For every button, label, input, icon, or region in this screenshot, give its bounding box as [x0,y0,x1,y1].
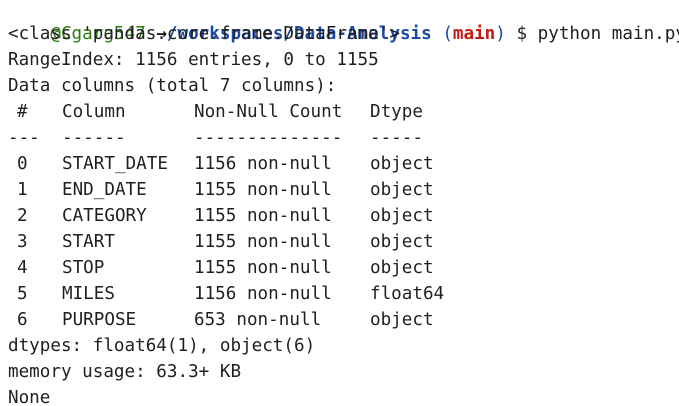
row-non-null: 653 non-null [194,310,322,330]
row-non-null: 1155 non-null [194,206,332,226]
header-non-null: Non-Null Count [194,102,343,122]
row-column: START [62,232,115,252]
command-text: python main.py [537,24,679,44]
row-index: 3 [17,232,28,252]
branch-open-paren: ( [442,24,453,44]
header-dtype: Dtype [370,102,423,122]
prompt-line: @Cgarg547 →/workspaces/Data-Analysis (ma… [8,0,679,44]
row-column: PURPOSE [62,310,137,330]
row-index: 5 [17,284,28,304]
data-columns-line: Data columns (total 7 columns): [8,76,337,96]
dtypes-line: dtypes: float64(1), object(6) [8,336,316,356]
row-non-null: 1155 non-null [194,232,332,252]
row-non-null: 1156 non-null [194,284,332,304]
branch-close-paren: ) [495,24,506,44]
row-dtype: object [370,180,434,200]
class-line: <class 'pandas.core.frame.DataFrame'> [8,24,400,44]
table-row: 1 END_DATE 1155 non-null object [8,177,668,203]
row-column: START_DATE [62,154,168,174]
row-column: CATEGORY [62,206,147,226]
table-row: 6 PURPOSE 653 non-null object [8,307,668,333]
table-header-row: # Column Non-Null Count Dtype [8,99,668,125]
separator-column: ------ [62,128,126,148]
row-index: 4 [17,258,28,278]
row-index: 0 [17,154,28,174]
row-non-null: 1155 non-null [194,258,332,278]
separator-index: --- [8,128,40,148]
row-column: STOP [62,258,105,278]
table-row: 3 START 1155 non-null object [8,229,668,255]
table-row: 0 START_DATE 1156 non-null object [8,151,668,177]
table-row: 2 CATEGORY 1155 non-null object [8,203,668,229]
row-index: 2 [17,206,28,226]
git-branch: main [452,24,496,44]
row-dtype: object [370,154,434,174]
row-column: END_DATE [62,180,147,200]
row-dtype: float64 [370,284,445,304]
table-row: 4 STOP 1155 non-null object [8,255,668,281]
prompt-dollar: $ [516,24,528,44]
row-index: 6 [17,310,28,330]
separator-non-null: -------------- [194,128,343,148]
row-non-null: 1156 non-null [194,154,332,174]
header-index: # [17,102,28,122]
row-column: MILES [62,284,115,304]
header-column: Column [62,102,126,122]
row-dtype: object [370,232,434,252]
range-index-line: RangeIndex: 1156 entries, 0 to 1155 [8,50,379,70]
row-non-null: 1155 non-null [194,180,332,200]
table-separator-row: --- ------ -------------- ----- [8,125,668,151]
row-dtype: object [370,258,434,278]
terminal-output[interactable]: @Cgarg547 →/workspaces/Data-Analysis (ma… [0,0,679,406]
row-index: 1 [17,180,28,200]
memory-usage-line: memory usage: 63.3+ KB [8,362,242,382]
row-dtype: object [370,206,434,226]
none-line: None [8,388,51,406]
separator-dtype: ----- [370,128,423,148]
row-dtype: object [370,310,434,330]
table-row: 5 MILES 1156 non-null float64 [8,281,668,307]
